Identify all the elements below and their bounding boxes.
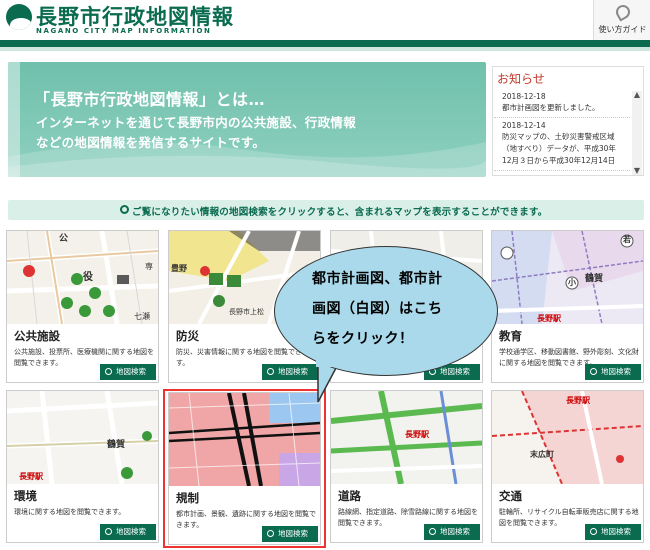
map-label: 鶴賀 <box>107 440 126 450</box>
news-date: 2018-12-18 <box>502 92 546 101</box>
category-card-roads[interactable]: 長野駅 道路 路線網、指定道路、除雪路線に関する地図を閲覧できます。 地図検索 <box>330 390 483 543</box>
intro-line-1: インターネットを通じて長野市内の公共施設、行政情報 <box>36 115 357 130</box>
news-list[interactable]: 2018-12-18 都市計画図を更新しました。 2018-12-14 防災マッ… <box>494 89 630 175</box>
map-label: 長野駅 <box>19 472 43 481</box>
search-icon <box>590 528 597 535</box>
search-icon <box>590 368 597 375</box>
card-title: 教育 <box>499 329 522 343</box>
search-icon <box>267 368 274 375</box>
map-search-button[interactable]: 地図検索 <box>262 364 318 380</box>
card-title: 公共施設 <box>14 329 60 343</box>
site-header: 長野市行政地図情報 NAGANO CITY MAP INFORMATION 使い… <box>0 0 650 40</box>
map-thumbnail[interactable]: 若 小 鶴賀 長野駅 <box>492 231 643 324</box>
map-label: 末広町 <box>530 450 554 459</box>
news-text: 都市計画図を更新しました。 <box>502 103 600 112</box>
highlight-box <box>163 389 326 548</box>
map-label: 長野駅 <box>405 430 429 439</box>
card-title: 道路 <box>338 489 361 503</box>
card-title: 環境 <box>14 489 37 503</box>
search-icon <box>105 528 112 535</box>
news-item[interactable]: 2018-12-14 防災マップの、土砂災害警戒区域（地すべり）データが、平成3… <box>494 118 630 171</box>
category-card-environment[interactable]: 鶴賀 長野駅 環境 環境に関する地図を閲覧できます。 地図検索 <box>6 390 159 543</box>
map-label: 専 <box>145 262 153 271</box>
news-scrollbar[interactable]: ▲ ▼ <box>632 91 642 175</box>
header-divider-light <box>0 47 650 51</box>
card-description: 環境に関する地図を閲覧できます。 <box>14 508 126 516</box>
map-label: 公 <box>59 234 69 244</box>
search-icon <box>429 528 436 535</box>
category-card-public-facilities[interactable]: 公 役 専 七瀬 公共施設 公共施設、投票所、医療機関に関する地図を閲覧できます… <box>6 230 159 383</box>
card-title: 交通 <box>499 489 522 503</box>
category-card-transport[interactable]: 長野駅 末広町 交通 駐輪所、リサイクル自転車販売店に関する地図を閲覧できます。… <box>491 390 644 543</box>
map-label: 若 <box>623 235 631 244</box>
map-search-button[interactable]: 地図検索 <box>100 364 156 380</box>
intro-line-2: などの地図情報を発信するサイトです。 <box>36 135 266 150</box>
search-icon <box>120 205 129 214</box>
scroll-up-icon[interactable]: ▲ <box>633 91 641 99</box>
map-thumbnail[interactable]: 鶴賀 長野駅 <box>7 391 158 484</box>
callout-text-2: 画図（白図）はこち <box>312 301 443 317</box>
guide-label: 使い方ガイド <box>598 25 647 34</box>
map-thumbnail[interactable]: 長野駅 末広町 <box>492 391 643 484</box>
news-item[interactable]: 2018-12-18 都市計画図を更新しました。 <box>494 89 630 118</box>
map-search-button[interactable]: 地図検索 <box>424 524 480 540</box>
callout-text-3: らをクリック！ <box>312 331 414 347</box>
intro-banner: 「長野市行政地図情報」とは… インターネットを通じて長野市内の公共施設、行政情報… <box>8 62 486 177</box>
guide-icon <box>613 2 633 22</box>
map-label: 長野市上松 <box>229 308 264 316</box>
site-subtitle: NAGANO CITY MAP INFORMATION <box>36 27 212 35</box>
map-thumbnail[interactable]: 公 役 専 七瀬 <box>7 231 158 324</box>
map-thumbnail[interactable]: 長野駅 <box>331 391 482 484</box>
map-label: 鶴賀 <box>585 274 604 284</box>
news-title: お知らせ <box>497 72 545 86</box>
map-search-button[interactable]: 地図検索 <box>100 524 156 540</box>
header-divider <box>0 40 650 47</box>
map-label: 長野駅 <box>566 396 590 405</box>
news-panel: お知らせ 2018-12-18 都市計画図を更新しました。 2018-12-14… <box>492 66 644 176</box>
map-label: 役 <box>83 272 93 283</box>
city-logo-icon[interactable] <box>6 4 32 30</box>
map-search-button[interactable]: 地図検索 <box>585 524 641 540</box>
map-label: 小 <box>568 278 576 287</box>
category-card-education[interactable]: 若 小 鶴賀 長野駅 教育 学校通学区、移動図書館、野外彫刻、文化財に関する地図… <box>491 230 644 383</box>
scroll-down-icon[interactable]: ▼ <box>633 167 641 175</box>
news-date: 2018-12-14 <box>502 121 546 130</box>
callout-text-1: 都市計画図、都市計 <box>312 271 443 287</box>
guide-button[interactable]: 使い方ガイド <box>593 0 650 40</box>
map-label: 七瀬 <box>134 312 150 321</box>
card-title: 防災 <box>176 329 199 343</box>
map-search-button[interactable]: 地図検索 <box>585 364 641 380</box>
instruction-bar: ご覧になりたい情報の地図検索をクリックすると、含まれるマップを表示することができ… <box>8 200 644 220</box>
map-label: 豊野 <box>171 264 187 273</box>
map-label: 長野駅 <box>537 314 561 323</box>
search-icon <box>105 368 112 375</box>
intro-title: 「長野市行政地図情報」とは… <box>34 90 266 109</box>
instruction-text: ご覧になりたい情報の地図検索をクリックすると、含まれるマップを表示することができ… <box>132 207 548 218</box>
news-text: 防災マップの、土砂災害警戒区域（地すべり）データが、平成30年12月３日から平成… <box>502 132 616 165</box>
